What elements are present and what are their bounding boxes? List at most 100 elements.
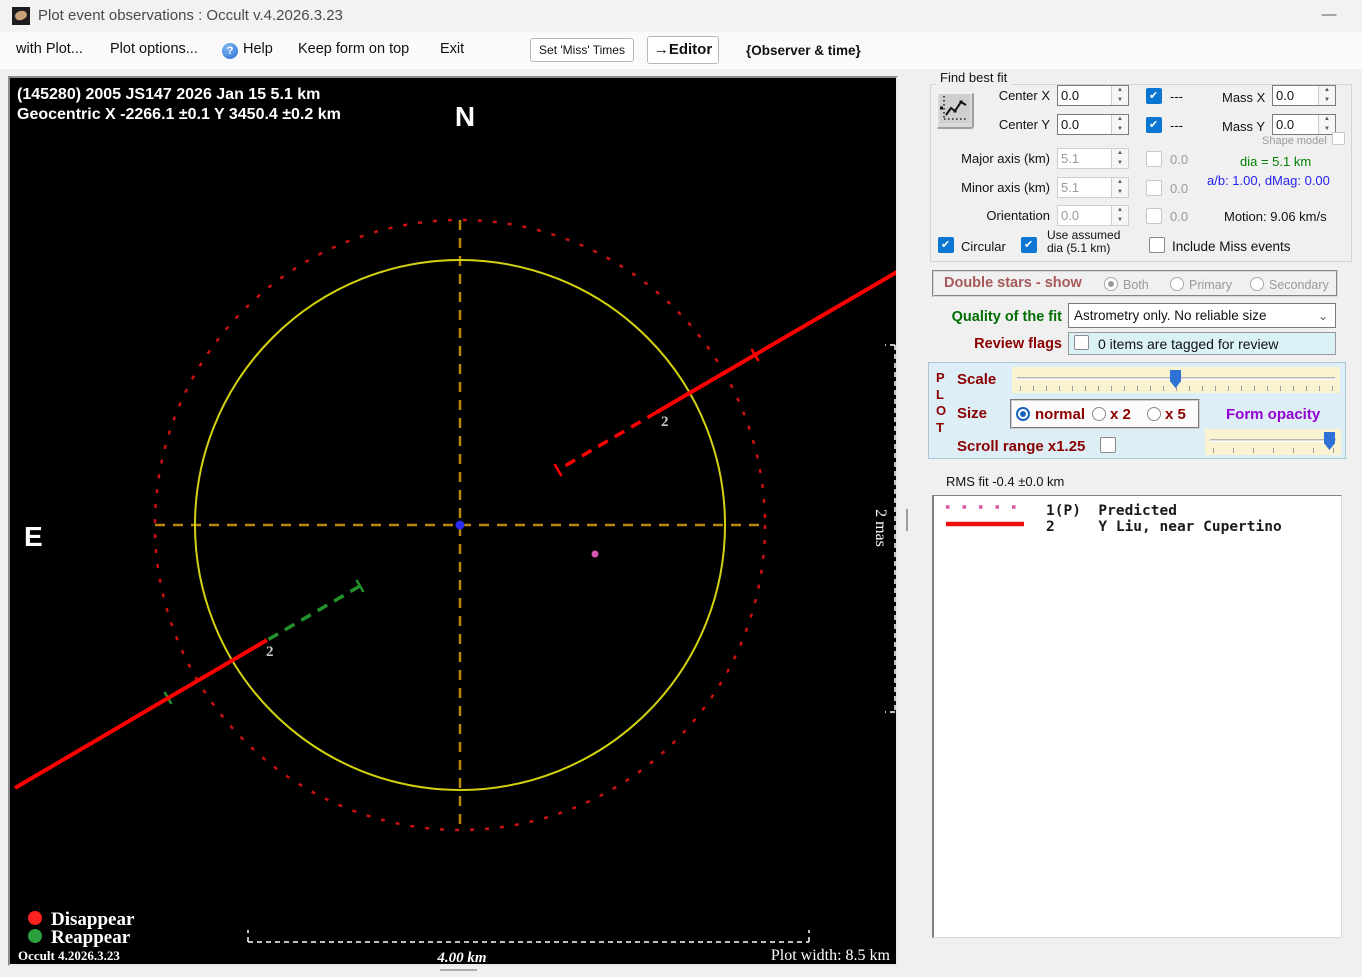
observation-row-2[interactable]: 2 Y Liu, near Cupertino: [1046, 519, 1282, 535]
disappear-dashed-segment: [557, 410, 658, 472]
plot-title-line2: Geocentric X -2266.1 ±0.1 Y 3450.4 ±0.2 …: [17, 106, 341, 123]
mass-y-field[interactable]: ▲▼: [1272, 114, 1336, 135]
quality-fit-dropdown[interactable]: Astrometry only. No reliable size ⌄: [1068, 303, 1336, 328]
scale-slider[interactable]: [1012, 367, 1340, 393]
shape-model-label: Shape model: [1262, 135, 1327, 147]
window-title: Plot event observations : Occult v.4.202…: [38, 7, 343, 24]
quality-fit-label: Quality of the fit: [951, 309, 1062, 325]
rms-fit-label: RMS fit -0.4 ±0.0 km: [946, 474, 1065, 489]
review-flags-checkbox[interactable]: [1074, 335, 1089, 350]
circular-checkbox[interactable]: [938, 237, 954, 253]
dia-label: dia = 5.1 km: [1240, 154, 1312, 169]
legend-reappear: Reappear: [51, 927, 131, 948]
center-x-checkbox[interactable]: [1146, 88, 1162, 104]
horizontal-splitter[interactable]: [440, 969, 477, 971]
orientation-spinner: ▲ ▼: [1111, 206, 1128, 225]
plot-vertical-t: T: [936, 420, 944, 435]
motion-label: Motion: 9.06 km/s: [1224, 209, 1327, 224]
minor-axis-field: ▲▼: [1057, 177, 1129, 198]
size-x5-radio[interactable]: [1147, 407, 1161, 421]
orientation-field: ▲▼: [1057, 205, 1129, 226]
plot-width-label: Plot width: 8.5 km: [771, 947, 891, 964]
size-x2-radio[interactable]: [1092, 407, 1106, 421]
form-opacity-slider[interactable]: [1205, 429, 1341, 455]
editor-button[interactable]: →Editor: [647, 36, 719, 64]
minor-axis-aux: 0.0: [1170, 181, 1189, 196]
major-axis-aux: 0.0: [1170, 152, 1189, 167]
center-y-field[interactable]: ▲▼: [1057, 114, 1129, 135]
minor-axis-checkbox[interactable]: [1146, 180, 1162, 196]
minor-axis-label: Minor axis (km): [961, 180, 1050, 195]
mass-y-label: Mass Y: [1222, 119, 1266, 134]
menu-bar: with Plot... Plot options... ? Help Keep…: [0, 32, 1362, 69]
reappear-dot-icon: [28, 929, 42, 943]
mass-x-spinner[interactable]: ▲ ▼: [1318, 86, 1335, 105]
chord-label-upper: 2: [661, 414, 669, 430]
use-assumed-line1: Use assumed: [1047, 228, 1121, 242]
chord-label-lower: 2: [266, 644, 274, 660]
plot-vertical-o: O: [936, 403, 947, 418]
double-stars-primary-radio[interactable]: [1170, 277, 1184, 291]
major-axis-checkbox[interactable]: [1146, 151, 1162, 167]
center-y-checkbox[interactable]: [1146, 117, 1162, 133]
predicted-line-icon: [946, 505, 1024, 509]
plot-title-line1: (145280) 2005 JS147 2026 Jan 15 5.1 km: [17, 86, 320, 103]
ab-dmag-label: a/b: 1.00, dMag: 0.00: [1207, 173, 1330, 188]
center-y-label: Center Y: [998, 117, 1050, 132]
use-assumed-label: Use assumed dia (5.1 km): [1047, 229, 1120, 255]
north-label: N: [455, 101, 475, 132]
include-miss-label: Include Miss events: [1172, 239, 1291, 254]
size-x5-label: x 5: [1165, 406, 1186, 423]
path-upper-solid: [655, 267, 904, 414]
size-label: Size: [957, 405, 988, 422]
double-stars-both-radio[interactable]: [1104, 277, 1118, 291]
major-axis-label: Major axis (km): [961, 151, 1050, 166]
mass-x-field[interactable]: ▲▼: [1272, 85, 1336, 106]
menu-keep-on-top[interactable]: Keep form on top: [298, 41, 409, 57]
menu-plot-options[interactable]: Plot options...: [110, 41, 198, 57]
center-x-label: Center X: [998, 88, 1050, 103]
observation-row-predicted[interactable]: 1(P) Predicted: [1046, 503, 1177, 519]
plot-svg: 2 2 2 mas 4.00 km (145280) 2005 JS147 20…: [13, 86, 904, 966]
size-normal-label: normal: [1035, 406, 1086, 423]
observer-time-note: {Observer & time}: [746, 43, 861, 58]
minimize-button[interactable]: —: [1314, 2, 1344, 28]
center-y-spinner[interactable]: ▲ ▼: [1111, 115, 1128, 134]
help-icon[interactable]: ?: [222, 43, 238, 59]
use-assumed-checkbox[interactable]: [1021, 237, 1037, 253]
quality-fit-value: Astrometry only. No reliable size: [1074, 308, 1267, 323]
include-miss-checkbox[interactable]: [1149, 237, 1165, 253]
menu-exit[interactable]: Exit: [440, 41, 464, 57]
circular-label: Circular: [961, 239, 1006, 254]
star-dot: [591, 550, 599, 558]
orientation-aux: 0.0: [1170, 209, 1189, 224]
form-opacity-label: Form opacity: [1226, 406, 1321, 423]
scale-label: Scale: [957, 371, 997, 388]
major-axis-field: ▲▼: [1057, 148, 1129, 169]
center-x-spinner[interactable]: ▲ ▼: [1111, 86, 1128, 105]
disappear-endcap: [553, 463, 563, 477]
orientation-label: Orientation: [986, 208, 1050, 223]
center-x-field[interactable]: ▲▼: [1057, 85, 1129, 106]
scroll-range-checkbox[interactable]: [1100, 437, 1116, 453]
title-bar: Plot event observations : Occult v.4.202…: [0, 0, 1362, 32]
plot-canvas[interactable]: 2 2 2 mas 4.00 km (145280) 2005 JS147 20…: [8, 76, 904, 966]
double-stars-secondary-label: Secondary: [1269, 278, 1329, 292]
horizontal-scale-label: 4.00 km: [436, 950, 486, 964]
double-stars-primary-label: Primary: [1189, 278, 1233, 292]
vertical-scale-label: 2 mas: [872, 509, 889, 547]
set-miss-times-button[interactable]: Set 'Miss' Times: [530, 38, 634, 62]
plot-vertical-l: L: [936, 387, 944, 402]
shape-model-checkbox[interactable]: [1332, 132, 1345, 145]
menu-with-plot[interactable]: with Plot...: [16, 41, 83, 57]
size-normal-radio[interactable]: [1016, 407, 1030, 421]
size-x2-label: x 2: [1110, 406, 1131, 423]
minor-axis-spinner: ▲ ▼: [1111, 178, 1128, 197]
orientation-checkbox[interactable]: [1146, 208, 1162, 224]
use-assumed-line2: dia (5.1 km): [1047, 241, 1111, 255]
observations-listbox[interactable]: 1(P) Predicted 2 Y Liu, near Cupertino: [932, 495, 1342, 938]
center-dot: [455, 520, 465, 530]
vertical-splitter[interactable]: [906, 509, 908, 531]
menu-help[interactable]: Help: [243, 41, 273, 57]
double-stars-secondary-radio[interactable]: [1250, 277, 1264, 291]
